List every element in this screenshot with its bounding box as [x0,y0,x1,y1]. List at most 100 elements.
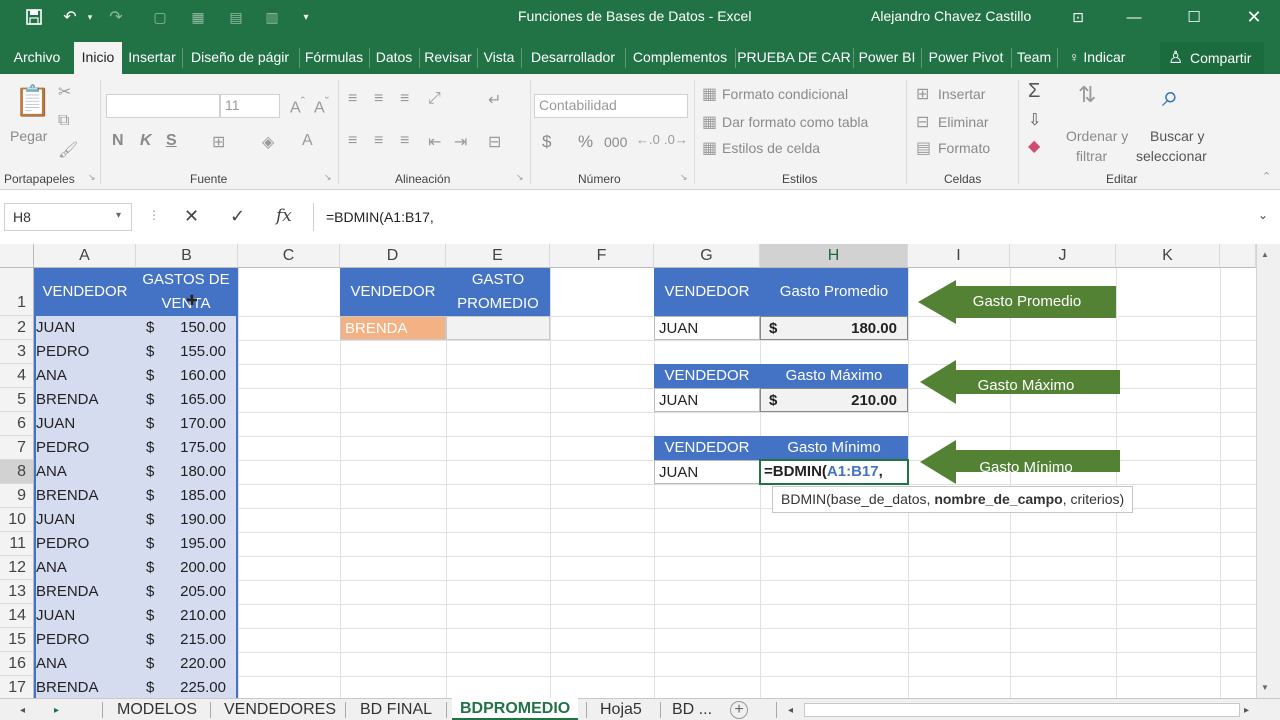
ribbon-display-icon[interactable]: ⊡ [1058,4,1098,30]
criteria-vendedor-cell[interactable]: BRENDA [340,316,446,340]
vendedor-cell[interactable]: ANA [36,559,134,579]
scroll-down-icon[interactable]: ▼ [1261,683,1269,692]
vendedor-cell[interactable]: ANA [36,463,134,483]
number-launcher-icon[interactable]: ↘ [680,172,688,183]
form-icon[interactable]: ▥ [260,6,284,28]
scroll-up-icon[interactable]: ▲ [1261,250,1269,259]
column-header-e[interactable]: E [446,244,550,268]
orientation-icon[interactable]: ⤢ [428,90,441,108]
underline-button[interactable]: S [166,132,177,150]
currency-button[interactable]: $ [542,132,551,152]
user-name[interactable]: Alejandro Chavez Castillo [871,8,1031,24]
undo-icon[interactable]: ↶ [58,6,82,28]
row-header-10[interactable]: 10 [0,508,34,532]
maximo-header-gasto[interactable]: Gasto Máximo [760,364,908,388]
criteria-header-gasto-promedio[interactable]: GASTO PROMEDIO [446,268,550,316]
gasto-cell[interactable]: 225.00 [162,679,226,698]
paste-button[interactable]: Pegar [10,128,47,144]
decrease-font-icon[interactable]: Aˇ [314,94,329,117]
minimo-vendedor-cell[interactable]: JUAN [654,460,760,484]
sheet-tab-bd-final[interactable]: BD FINAL [360,701,432,719]
vendedor-cell[interactable]: BRENDA [36,391,134,411]
align-middle-icon[interactable]: ≡ [374,90,383,108]
tab-revisar[interactable]: Revisar [421,44,475,74]
name-box-dropdown-icon[interactable]: ▾ [116,210,121,221]
font-name-box[interactable] [106,94,220,118]
redo-icon[interactable]: ↷ [104,6,128,28]
row-header-17[interactable]: 17 [0,676,34,698]
sheet-tab-bdpromedio[interactable]: BDPROMEDIO [452,698,579,720]
row-header-8[interactable]: 8 [0,460,34,484]
column-header-a[interactable]: A [34,244,136,268]
row-header-12[interactable]: 12 [0,556,34,580]
row-header-4[interactable]: 4 [0,364,34,388]
tooltip-arg-database[interactable]: base_de_datos [831,491,927,507]
promedio-header-vendedor[interactable]: VENDEDOR [654,268,760,316]
active-cell-h8[interactable]: =BDMIN(A1:B17, [759,459,909,485]
row-header-16[interactable]: 16 [0,652,34,676]
gasto-cell[interactable]: 175.00 [162,439,226,459]
bold-button[interactable]: N [112,132,124,150]
cell-styles-button[interactable]: Estilos de celda [722,140,820,156]
gasto-cell[interactable]: 195.00 [162,535,226,555]
fill-down-icon[interactable]: ⇩ [1028,110,1041,130]
font-size-box[interactable]: 11 [220,94,280,118]
name-box[interactable]: H8 [4,203,132,231]
sort-filter-label-2[interactable]: filtrar [1076,148,1107,164]
hscroll-right-icon[interactable]: ▸ [1244,705,1249,716]
copy-icon[interactable]: ⧉ [58,112,69,130]
paste-icon[interactable]: 📋 [14,84,51,119]
column-header-h[interactable]: H [760,244,908,268]
cancel-entry-icon[interactable]: ✕ [184,206,199,227]
row-header-3[interactable]: 3 [0,340,34,364]
thousands-button[interactable]: 000 [604,134,627,150]
italic-button[interactable]: K [140,132,152,150]
maximize-icon[interactable]: ☐ [1174,4,1214,30]
gasto-cell[interactable]: 180.00 [162,463,226,483]
font-launcher-icon[interactable]: ↘ [324,172,332,183]
gasto-cell[interactable]: 200.00 [162,559,226,579]
vendedor-cell[interactable]: BRENDA [36,487,134,507]
tab-archivo[interactable]: Archivo [10,44,64,74]
prev-sheet-icon[interactable]: ◂ [20,705,25,716]
gasto-cell[interactable]: 185.00 [162,487,226,507]
column-header-b[interactable]: B [136,244,238,268]
align-center-icon[interactable]: ≡ [374,132,383,150]
tab-inicio[interactable]: Inicio [74,42,122,74]
increase-decimal-icon[interactable]: ←.0 [636,132,660,147]
insert-cells-button[interactable]: Insertar [938,86,985,102]
row-header-14[interactable]: 14 [0,604,34,628]
tab-insertar[interactable]: Insertar [124,44,180,74]
number-format-box[interactable]: Contabilidad [534,94,688,118]
increase-font-icon[interactable]: Aˆ [290,94,305,117]
vendedor-cell[interactable]: PEDRO [36,631,134,651]
tab-formulas[interactable]: Fórmulas [301,44,367,74]
row-header-11[interactable]: 11 [0,532,34,556]
sheet-tab-modelos[interactable]: MODELOS [117,701,197,719]
vendedor-cell[interactable]: BRENDA [36,679,134,698]
tab-diseno[interactable]: Diseño de págir [184,44,296,74]
promedio-header-gasto[interactable]: Gasto Promedio [760,268,908,316]
row-header-5[interactable]: 5 [0,388,34,412]
tab-vista[interactable]: Vista [479,44,519,74]
horizontal-scrollbar[interactable] [804,703,1240,717]
worksheet-grid[interactable]: A B C D E F G H I J K 1 2 3 4 5 6 7 8 9 … [0,244,1256,698]
header-vendedor[interactable]: VENDEDOR [34,268,136,316]
autosum-icon[interactable]: Σ [1028,80,1040,103]
expand-formula-bar-icon[interactable]: ⌄ [1258,208,1268,222]
tab-team[interactable]: Team [1013,44,1055,74]
undo-dropdown-icon[interactable]: ▾ [84,6,96,28]
minimize-icon[interactable]: — [1114,4,1154,30]
row-header-6[interactable]: 6 [0,412,34,436]
decrease-indent-icon[interactable]: ⇤ [428,132,441,152]
align-bottom-icon[interactable]: ≡ [400,90,409,108]
quick-print-icon[interactable]: ▦ [186,6,210,28]
minimo-header-gasto[interactable]: Gasto Mínimo [760,436,908,460]
gasto-cell[interactable]: 170.00 [162,415,226,435]
tell-me-box[interactable]: ♀ Indicar [1069,49,1125,65]
align-left-icon[interactable]: ≡ [348,132,357,150]
tab-datos[interactable]: Datos [371,44,417,74]
save-icon[interactable] [22,6,46,28]
gasto-cell[interactable]: 220.00 [162,655,226,675]
gasto-cell[interactable]: 205.00 [162,583,226,603]
